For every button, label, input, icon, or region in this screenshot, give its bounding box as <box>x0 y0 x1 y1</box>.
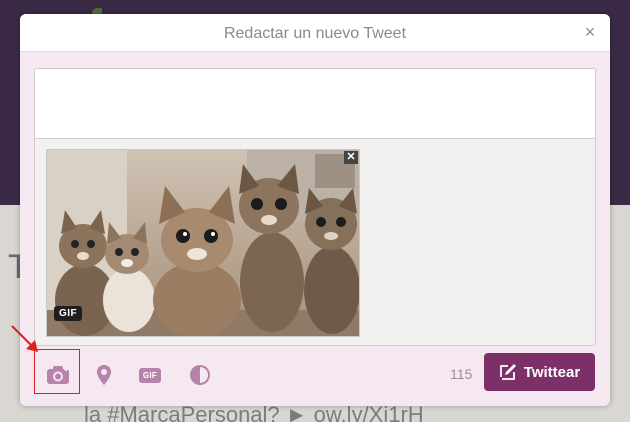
tweet-button-label: Twittear <box>523 363 581 381</box>
annotation-arrow-icon <box>11 325 38 352</box>
attached-gif: ✕ GIF <box>46 149 360 337</box>
character-count: 115 <box>450 366 473 382</box>
poll-icon <box>190 365 210 385</box>
add-gif-button[interactable]: GIF <box>136 362 164 388</box>
modal-header: Redactar un nuevo Tweet × <box>20 14 610 52</box>
add-poll-button[interactable] <box>186 362 214 388</box>
remove-media-button[interactable]: ✕ <box>344 151 358 164</box>
location-pin-icon <box>97 365 111 385</box>
compose-pen-icon <box>499 364 516 380</box>
modal-title: Redactar un nuevo Tweet <box>223 25 407 42</box>
add-location-button[interactable] <box>90 362 118 388</box>
kittens-image <box>47 150 359 336</box>
tweet-text-input[interactable] <box>35 69 595 139</box>
gif-icon: GIF <box>138 367 162 383</box>
close-button[interactable]: × <box>582 23 598 41</box>
compose-tweet-modal: Redactar un nuevo Tweet × ✕ GIF GIF 115 … <box>20 14 610 406</box>
compose-box: ✕ GIF <box>34 68 596 346</box>
tweet-button[interactable]: Twittear <box>484 353 595 391</box>
gif-badge: GIF <box>54 306 83 321</box>
